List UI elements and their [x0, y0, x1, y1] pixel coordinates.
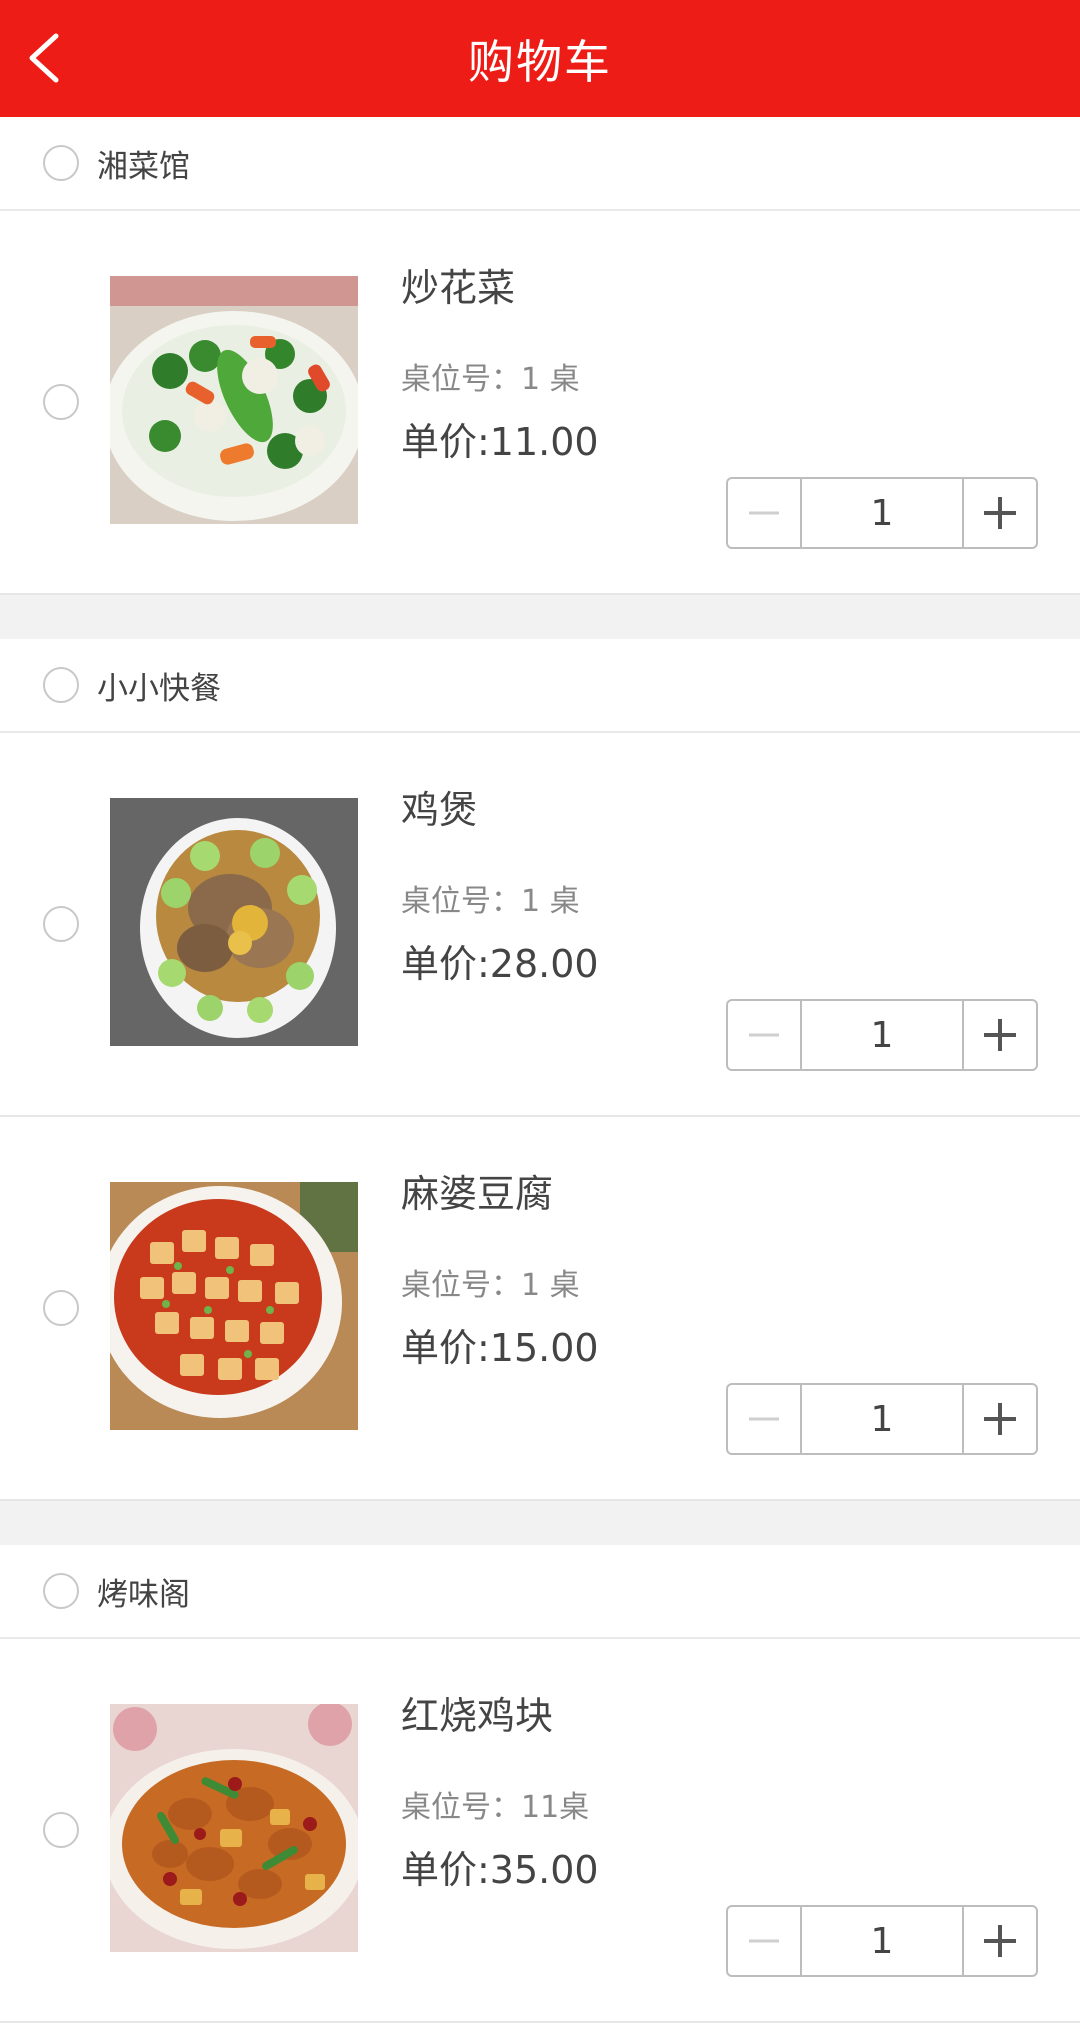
- minus-icon: [749, 1033, 779, 1037]
- shop-select-radio[interactable]: [43, 667, 79, 703]
- unit-price: 单价:11.00: [401, 420, 599, 464]
- shop-header: 小小快餐: [0, 639, 1080, 733]
- minus-icon: [749, 1939, 779, 1943]
- quantity-stepper: 1: [726, 1383, 1038, 1455]
- table-number: 桌位号：1 桌: [401, 884, 580, 919]
- cart-item: 鸡煲 桌位号：1 桌 单价:28.00 1: [0, 733, 1080, 1117]
- section-divider: [0, 1501, 1080, 1545]
- dish-name: 鸡煲: [401, 788, 478, 832]
- dish-name: 炒花菜: [401, 266, 516, 310]
- increase-button[interactable]: [964, 479, 1036, 547]
- table-number: 桌位号：11桌: [401, 1790, 590, 1825]
- cart-item: 麻婆豆腐 桌位号：1 桌 单价:15.00 1: [0, 1117, 1080, 1501]
- item-select-radio[interactable]: [43, 384, 79, 420]
- dish-image: [110, 276, 358, 524]
- increase-button[interactable]: [964, 1907, 1036, 1975]
- decrease-button[interactable]: [728, 1907, 800, 1975]
- decrease-button[interactable]: [728, 1385, 800, 1453]
- item-select-radio[interactable]: [43, 1812, 79, 1848]
- shop-name: 小小快餐: [97, 670, 221, 707]
- cart-list: 湘菜馆 炒花菜 桌位号：1 桌 单价:11.00 1 小小快餐 鸡煲 桌位号：1…: [0, 117, 1080, 2023]
- dish-name: 红烧鸡块: [401, 1694, 554, 1738]
- chicken-pot-dish-image: [110, 798, 358, 1046]
- quantity-value[interactable]: 1: [800, 1907, 964, 1975]
- page-title: 购物车: [468, 34, 612, 89]
- plus-icon: [984, 1925, 1016, 1957]
- item-select-radio[interactable]: [43, 906, 79, 942]
- table-number: 桌位号：1 桌: [401, 362, 580, 397]
- increase-button[interactable]: [964, 1385, 1036, 1453]
- chevron-left-icon: [29, 33, 59, 83]
- plus-icon: [984, 1019, 1016, 1051]
- item-select-radio[interactable]: [43, 1290, 79, 1326]
- quantity-stepper: 1: [726, 1905, 1038, 1977]
- shop-name: 烤味阁: [97, 1576, 190, 1613]
- decrease-button[interactable]: [728, 479, 800, 547]
- cart-item: 红烧鸡块 桌位号：11桌 单价:35.00 1: [0, 1639, 1080, 2023]
- shop-select-radio[interactable]: [43, 145, 79, 181]
- minus-icon: [749, 1417, 779, 1421]
- shop-name: 湘菜馆: [97, 148, 190, 185]
- dish-image: [110, 1182, 358, 1430]
- minus-icon: [749, 511, 779, 515]
- quantity-value[interactable]: 1: [800, 1001, 964, 1069]
- dish-image: [110, 1704, 358, 1952]
- shop-header: 烤味阁: [0, 1545, 1080, 1639]
- cart-item: 炒花菜 桌位号：1 桌 单价:11.00 1: [0, 211, 1080, 595]
- dish-image: [110, 798, 358, 1046]
- dish-name: 麻婆豆腐: [401, 1172, 554, 1216]
- table-number: 桌位号：1 桌: [401, 1268, 580, 1303]
- app-header: 购物车: [0, 0, 1080, 117]
- plus-icon: [984, 497, 1016, 529]
- decrease-button[interactable]: [728, 1001, 800, 1069]
- quantity-value[interactable]: 1: [800, 479, 964, 547]
- shop-header: 湘菜馆: [0, 117, 1080, 211]
- increase-button[interactable]: [964, 1001, 1036, 1069]
- cauliflower-dish-image: [110, 276, 358, 524]
- section-divider: [0, 595, 1080, 639]
- unit-price: 单价:35.00: [401, 1848, 599, 1892]
- plus-icon: [984, 1403, 1016, 1435]
- braised-chicken-dish-image: [110, 1704, 358, 1952]
- quantity-value[interactable]: 1: [800, 1385, 964, 1453]
- unit-price: 单价:15.00: [401, 1326, 599, 1370]
- unit-price: 单价:28.00: [401, 942, 599, 986]
- shop-select-radio[interactable]: [43, 1573, 79, 1609]
- quantity-stepper: 1: [726, 477, 1038, 549]
- mapo-tofu-dish-image: [110, 1182, 358, 1430]
- back-button[interactable]: [18, 26, 78, 90]
- quantity-stepper: 1: [726, 999, 1038, 1071]
